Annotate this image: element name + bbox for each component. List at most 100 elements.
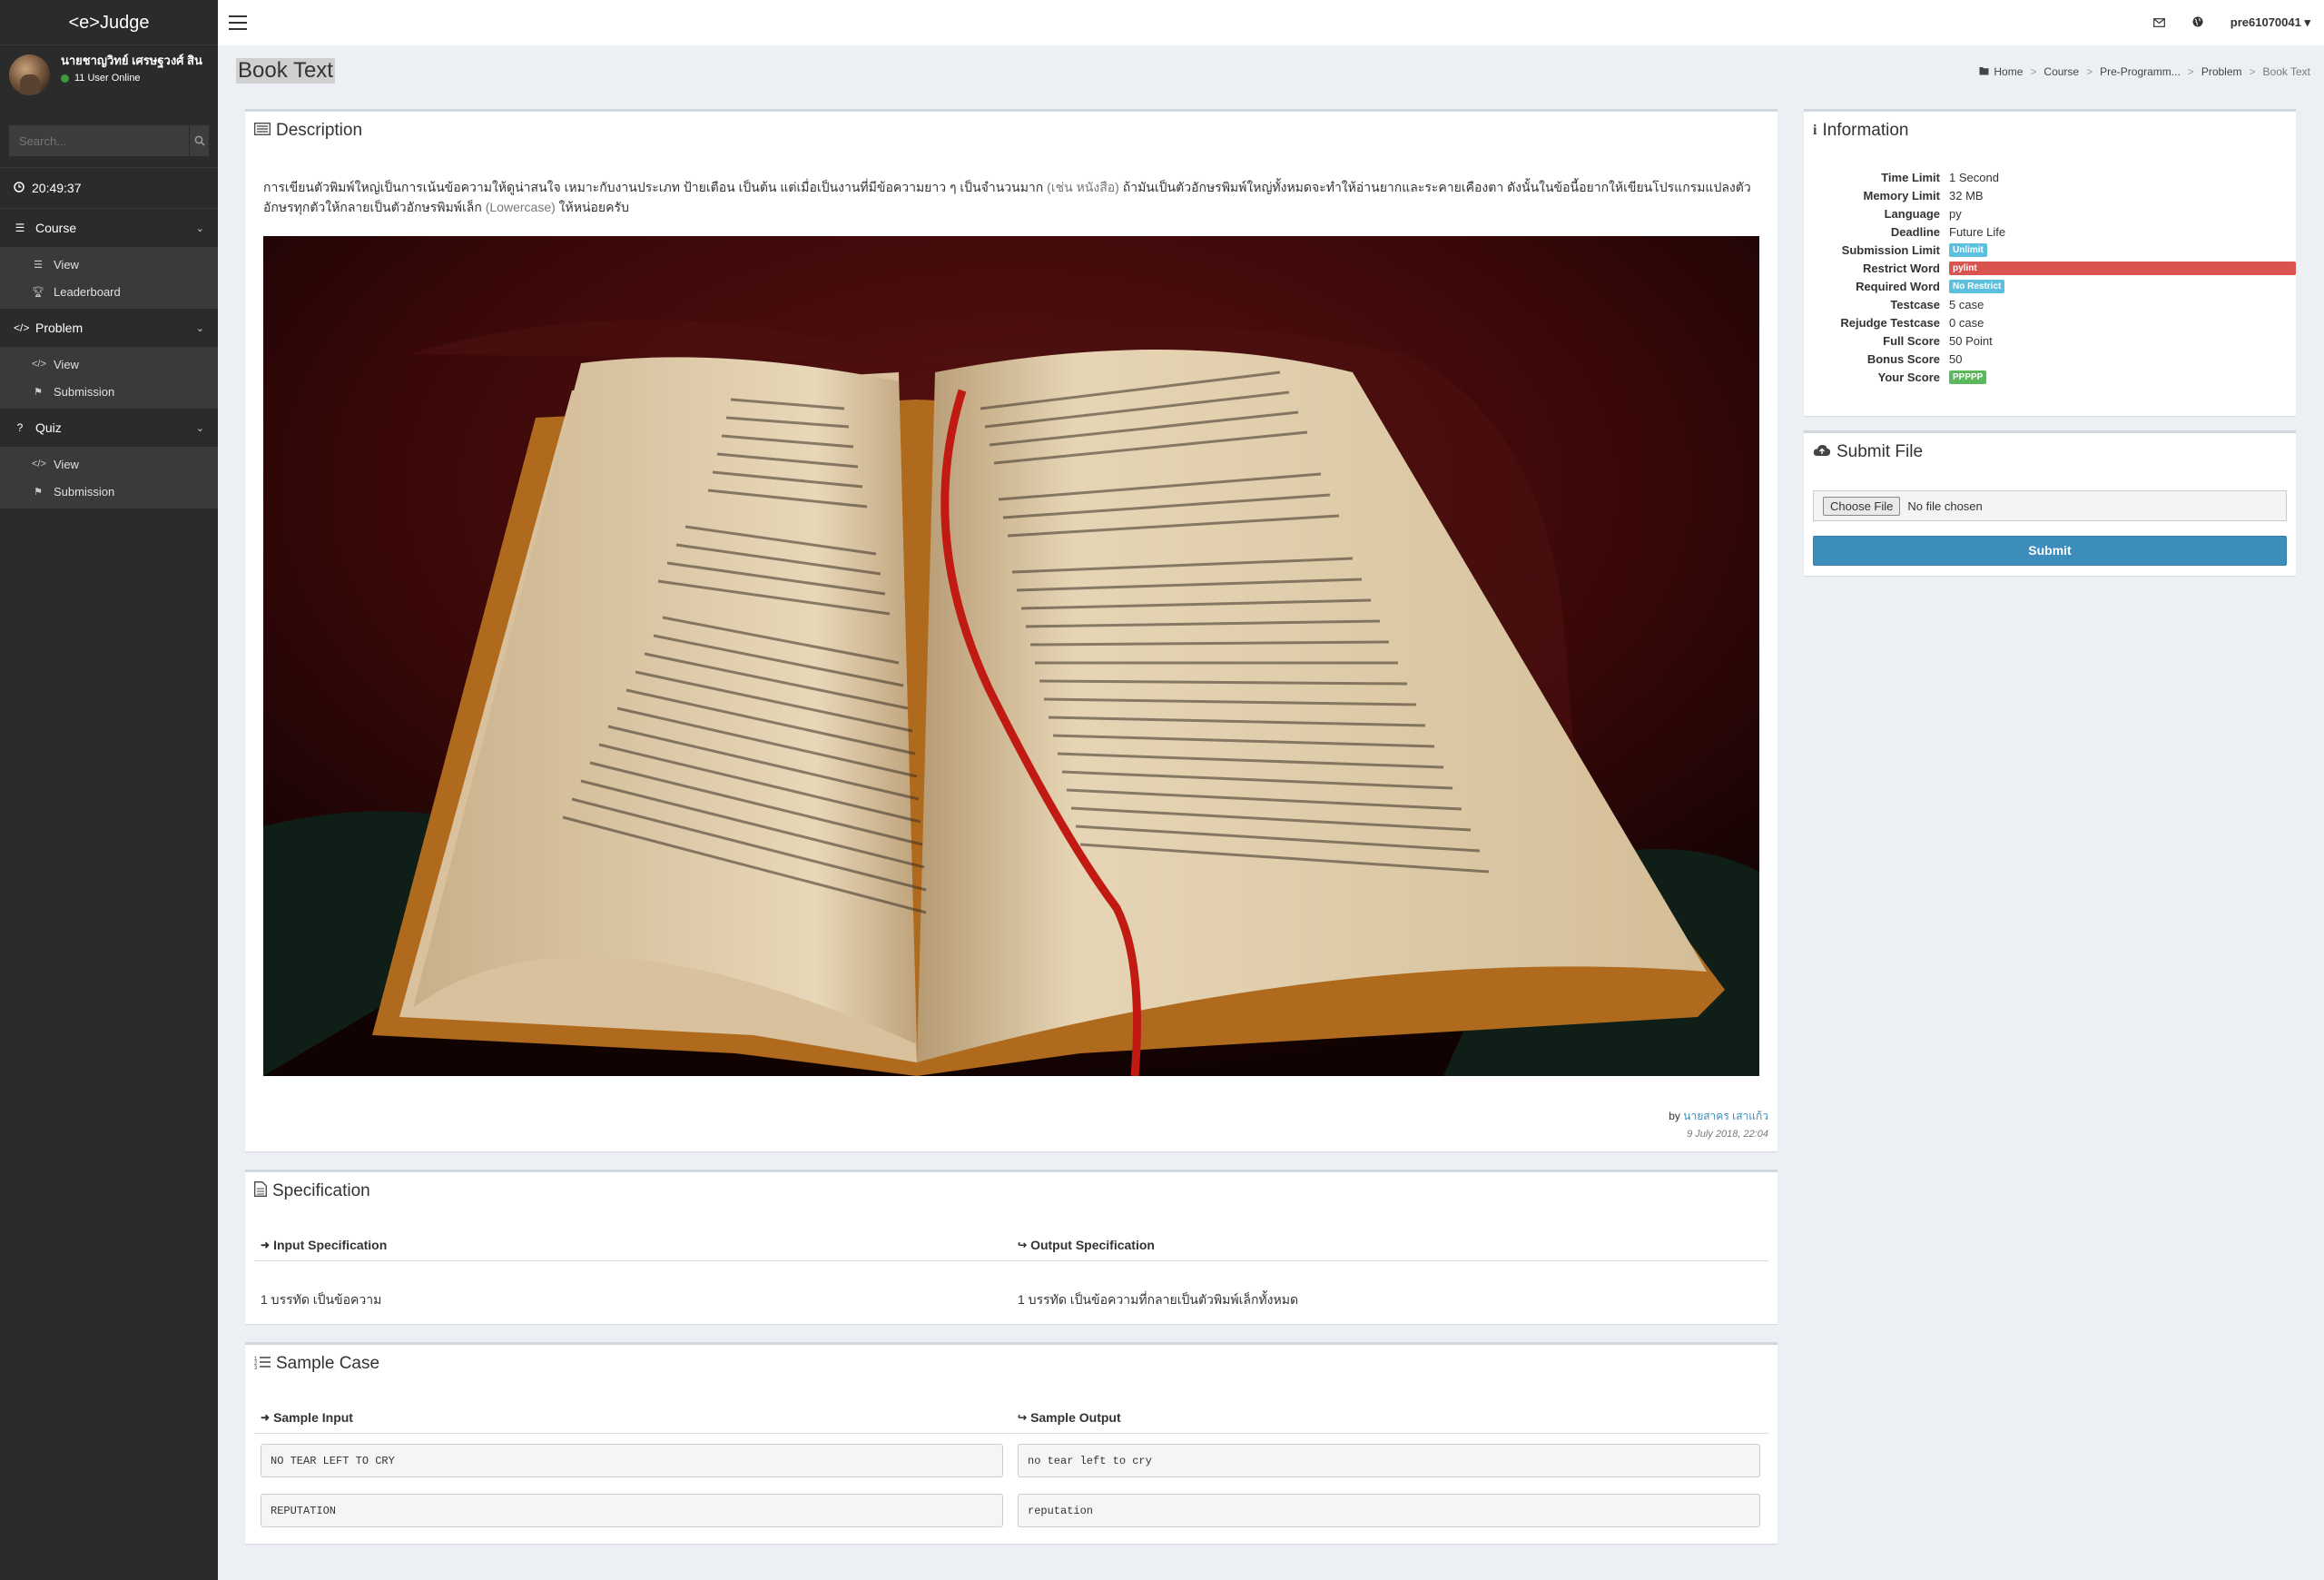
submit-button[interactable]: Submit [1813,536,2287,566]
code-icon: </> [32,359,46,370]
brand-logo[interactable]: <e>Judge [0,0,218,45]
info-row: Testcase 5 case [1890,297,1984,311]
submit-file-title: Submit File [1813,442,1923,462]
list-icon: ☰ [15,222,25,234]
code-icon: </> [14,321,30,334]
chevron-down-icon: ⌄ [195,322,204,334]
byline: by นายสาคร เสาแก้ว 9 July 2018, 22:04 [1669,1110,1768,1140]
cloud-upload-icon [1813,444,1831,461]
sample-case-box: 123 Sample Case ➜ Sample Input ↪ Sample Ou… [245,1342,1777,1544]
specification-title: Specification [254,1181,370,1201]
author-link[interactable]: นายสาคร เสาแก้ว [1683,1110,1768,1122]
info-icon: i [1813,123,1817,138]
info-row: Rejudge Testcase 0 case [1840,315,1984,330]
divider [254,1433,1768,1434]
sidebar-item-problem-view[interactable]: </> View [0,351,218,378]
information-title: i Information [1813,121,1909,140]
sidebar: <e>Judge นายชาญวิทย์ เศรษฐวงศ์ สิน 11 Us… [0,0,218,1580]
envelope-icon[interactable] [2152,16,2165,30]
info-row: Full Score 50 Point [1883,333,1993,348]
list-ol-icon: 123 [254,1355,271,1374]
posted-date: 9 July 2018, 22:04 [1687,1129,1768,1140]
topbar: pre61070041 ▾ [218,0,2324,45]
sign-in-icon: ➜ [261,1411,271,1424]
sample-input-1: NO TEAR LEFT TO CRY [261,1444,1003,1477]
hamburger-menu-icon[interactable] [229,15,247,30]
info-row: Restrict Word pylint [1813,259,2296,277]
status-badge: Unlimit [1949,242,1987,257]
avatar [9,54,50,95]
sidebar-item-quiz-view[interactable]: </> View [0,450,218,478]
choose-file-button[interactable]: Choose File [1823,496,1901,516]
menu-course[interactable]: ☰ Course ⌄ [0,209,218,247]
search-input[interactable] [9,125,189,156]
submit-file-box: Submit File Choose File No file chosen S… [1804,430,2296,576]
chevron-down-icon: ⌄ [195,222,204,234]
sample-case-title: 123 Sample Case [254,1354,380,1374]
flag-icon: ⚑ [34,486,43,498]
content-header: Book Text Home > Course > Pre-Programm..… [218,45,2324,109]
sidebar-item-problem-submission[interactable]: ⚑ Submission [0,378,218,405]
info-row: Submission Limit Unlimit [1813,241,2296,259]
trophy-icon: 🏆︎ [32,286,44,298]
description-box: Description การเขียนตัวพิมพ์ใหญ่เป็นการเ… [245,109,1777,1151]
info-row: Your Score PPPPP [1813,368,2296,386]
output-spec-title: ↪ Output Specification [1018,1238,1155,1252]
home-icon [1979,65,1989,78]
specification-box: Specification ➜ Input Specification ↪ Outp… [245,1170,1777,1324]
book-image [263,236,1759,1076]
sign-out-icon: ↪ [1018,1239,1028,1251]
sidebar-search [9,125,209,156]
user-menu[interactable]: pre61070041 ▾ [2230,15,2310,30]
sample-output-1: no tear left to cry [1018,1444,1760,1477]
sign-in-icon: ➜ [261,1239,271,1251]
input-spec-title: ➜ Input Specification [261,1238,388,1252]
sidebar-item-leaderboard[interactable]: 🏆︎ Leaderboard [0,278,218,305]
info-row: Language py [1884,206,1962,221]
input-spec-text: 1 บรรทัด เป็นข้อความ [261,1292,382,1307]
list-icon: ☰ [34,259,43,271]
info-row: Bonus Score 50 [1866,351,1963,366]
info-row: Required Word No Restrict [1813,277,2296,295]
file-status: No file chosen [1907,499,1983,513]
file-text-icon [254,1181,267,1201]
info-row: Deadline Future Life [1890,224,2006,239]
breadcrumb-course-name[interactable]: Pre-Programm... [2100,65,2181,78]
problem-description: การเขียนตัวพิมพ์ใหญ่เป็นการเน้นข้อความให… [263,180,1751,214]
menu-problem[interactable]: </> Problem ⌄ [0,309,218,347]
sign-out-icon: ↪ [1018,1411,1028,1424]
globe-icon[interactable] [2192,16,2203,30]
breadcrumb-home[interactable]: Home [1994,65,2023,78]
breadcrumb-course[interactable]: Course [2043,65,2079,78]
sample-output-title: ↪ Sample Output [1018,1410,1121,1425]
information-box: i Information Time Limit 1 Second Memory … [1804,109,2296,416]
breadcrumb-current: Book Text [2262,65,2310,78]
status-badge: PPPPP [1949,370,1987,384]
clock: 20:49:37 [0,167,218,209]
online-dot-icon [61,74,69,83]
sample-input-2: REPUTATION [261,1494,1003,1527]
file-input[interactable]: Choose File No file chosen [1813,490,2287,521]
info-row: Memory Limit 32 MB [1863,188,1984,202]
divider [254,1260,1768,1261]
sample-output-2: reputation [1018,1494,1760,1527]
online-status: 11 User Online [61,73,215,84]
code-icon: </> [32,459,46,469]
breadcrumb-problem[interactable]: Problem [2201,65,2242,78]
svg-text:3: 3 [254,1366,258,1369]
description-title: Description [254,121,362,141]
sidebar-item-quiz-submission[interactable]: ⚑ Submission [0,478,218,505]
sample-input-title: ➜ Sample Input [261,1410,353,1425]
output-spec-text: 1 บรรทัด เป็นข้อความที่กลายเป็นตัวพิมพ์เ… [1018,1292,1299,1307]
menu-quiz[interactable]: ? Quiz ⌄ [0,409,218,447]
info-row: Time Limit 1 Second [1881,170,1999,184]
list-alt-icon [254,122,271,140]
sidebar-item-course-view[interactable]: ☰ View [0,251,218,278]
status-badge: pylint [1949,261,2296,275]
page-title: Book Text [236,58,335,84]
user-panel: นายชาญวิทย์ เศรษฐวงศ์ สิน 11 User Online [0,45,218,100]
flag-icon: ⚑ [34,386,43,398]
search-icon[interactable] [189,125,209,156]
breadcrumb: Home > Course > Pre-Programm... > Proble… [1979,65,2310,78]
user-name: นายชาญวิทย์ เศรษฐวงศ์ สิน [61,54,202,67]
